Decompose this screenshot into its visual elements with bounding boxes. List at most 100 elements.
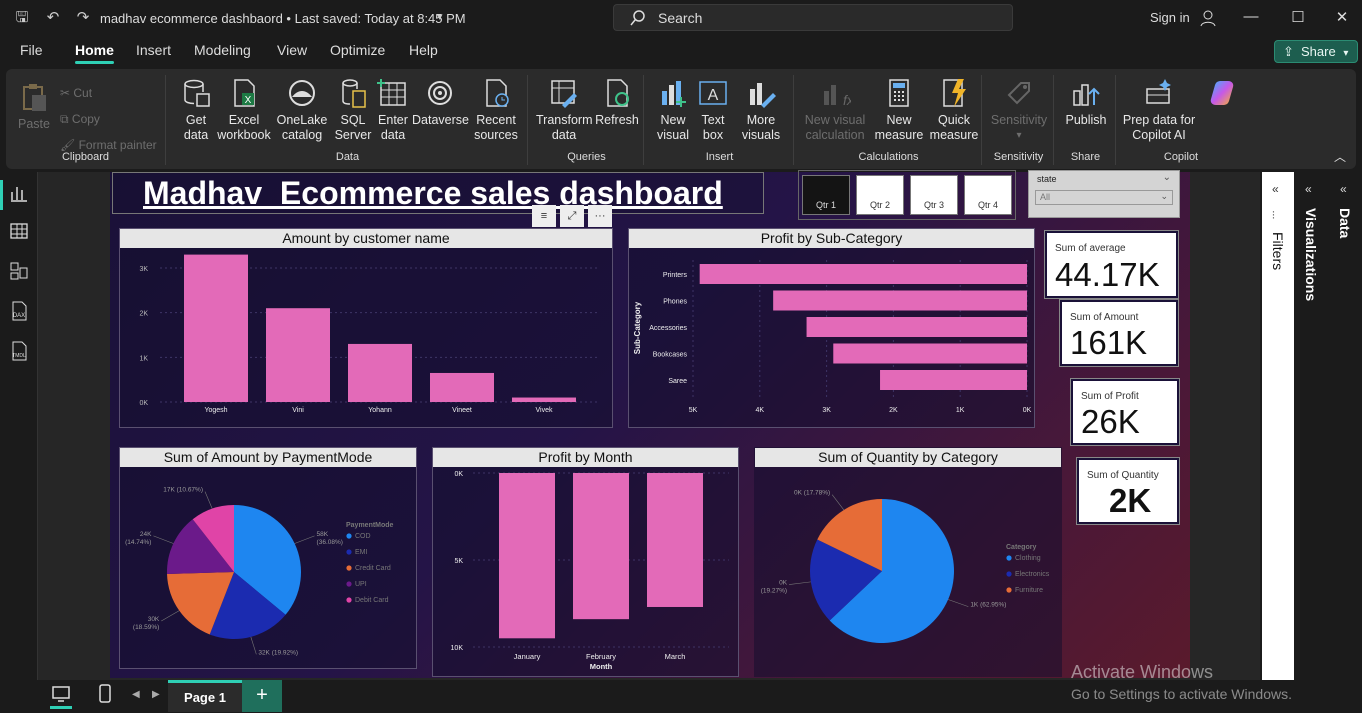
chart-profit-by-subcategory[interactable]: Profit by Sub-Category 5K 4K 3K 2K 1K 0K Print… bbox=[628, 228, 1035, 428]
bar bbox=[773, 290, 1027, 311]
sql-server-icon bbox=[342, 79, 366, 108]
menu-help[interactable]: Help bbox=[409, 42, 438, 58]
legend-title: PaymentMode bbox=[346, 522, 394, 529]
filter-icon[interactable]: ≡ bbox=[532, 205, 556, 227]
leader-line bbox=[250, 636, 257, 655]
onelake-catalog-button[interactable]: OneLake catalog bbox=[274, 77, 330, 143]
y-tick-label: 0K bbox=[139, 400, 148, 407]
refresh-button[interactable]: Refresh bbox=[594, 77, 640, 128]
maximize-icon[interactable]: ☐ bbox=[1283, 8, 1313, 26]
share-group: Publish Share bbox=[1056, 75, 1116, 165]
quarter-button-1[interactable]: Qtr 1 bbox=[802, 175, 850, 215]
search-box[interactable]: Search bbox=[613, 4, 1013, 31]
transform-data-button[interactable]: Transform data bbox=[536, 77, 593, 143]
x-tick-label: Vineet bbox=[452, 407, 472, 414]
page-tab[interactable]: Page 1 bbox=[168, 680, 242, 712]
y-tick-label: 2K bbox=[139, 311, 148, 318]
mobile-layout-icon[interactable] bbox=[98, 684, 112, 704]
expand-visualizations-icon[interactable]: « bbox=[1305, 182, 1312, 196]
search-icon bbox=[630, 10, 645, 26]
kpi-card-average[interactable]: Sum of average 44.17K bbox=[1044, 230, 1179, 299]
format-painter-button[interactable]: 🖌 Format painter bbox=[60, 138, 157, 152]
quarter-button-2[interactable]: Qtr 2 bbox=[856, 175, 904, 215]
report-title-box[interactable]: Madhav Ecommerce sales dashboard bbox=[112, 172, 764, 214]
publish-button[interactable]: Publish bbox=[1060, 77, 1112, 128]
more-visuals-button[interactable]: More visuals bbox=[734, 77, 788, 143]
kpi-card-quantity[interactable]: Sum of Quantity 2K bbox=[1076, 457, 1180, 525]
kpi-value: 26K bbox=[1081, 403, 1140, 440]
minimize-icon[interactable]: — bbox=[1236, 8, 1266, 25]
menu-home[interactable]: Home bbox=[75, 42, 114, 64]
dataverse-button[interactable]: Dataverse bbox=[412, 77, 469, 128]
menu-insert[interactable]: Insert bbox=[136, 42, 171, 58]
collapse-ribbon-icon[interactable]: ︿ bbox=[1334, 148, 1346, 165]
previous-page-icon[interactable]: ◀ bbox=[132, 689, 140, 700]
undo-icon[interactable]: ↶ bbox=[43, 8, 63, 28]
document-title[interactable]: madhav ecommerce dashbaord • Last saved:… bbox=[100, 11, 466, 26]
quick-measure-button[interactable]: Quick measure bbox=[928, 77, 980, 143]
report-view-icon[interactable] bbox=[8, 182, 30, 204]
cut-button[interactable]: ✂ Cut bbox=[60, 86, 92, 100]
visualizations-pane[interactable]: « Visualizations bbox=[1298, 172, 1328, 680]
sensitivity-button[interactable]: Sensitivity ▾ bbox=[988, 77, 1050, 143]
next-page-icon[interactable]: ▶ bbox=[152, 689, 160, 700]
menu-view[interactable]: View bbox=[277, 42, 307, 58]
table-view-icon[interactable] bbox=[8, 220, 30, 242]
chart-quantity-by-category[interactable]: Sum of Quantity by Category 1K (62.95%) 0… bbox=[754, 447, 1062, 677]
data-pane[interactable]: « Data bbox=[1332, 172, 1362, 680]
menu-optimize[interactable]: Optimize bbox=[330, 42, 385, 58]
recent-sources-button[interactable]: Recent sources bbox=[468, 77, 524, 143]
expand-data-icon[interactable]: « bbox=[1340, 182, 1347, 196]
chevron-down-icon[interactable]: ▾ bbox=[437, 10, 443, 23]
close-icon[interactable]: ✕ bbox=[1327, 8, 1357, 26]
enter-data-button[interactable]: Enter data bbox=[374, 77, 412, 143]
data-label: (14.74%) bbox=[125, 539, 151, 546]
text-box-button[interactable]: A Text box bbox=[696, 77, 730, 143]
copy-button[interactable]: ⧉ Copy bbox=[60, 112, 100, 127]
legend-marker bbox=[1006, 571, 1012, 577]
kpi-card-profit[interactable]: Sum of Profit 26K bbox=[1070, 378, 1180, 446]
desktop-layout-icon[interactable] bbox=[52, 685, 70, 703]
new-visual-button[interactable]: New visual bbox=[652, 77, 694, 143]
excel-workbook-button[interactable]: X Excel workbook bbox=[216, 77, 272, 143]
expand-filters-icon[interactable]: « bbox=[1272, 182, 1279, 196]
focus-mode-icon[interactable]: ⤢ bbox=[560, 205, 584, 227]
x-tick-label: Vivek bbox=[536, 407, 553, 414]
menu-modeling[interactable]: Modeling bbox=[194, 42, 251, 58]
filters-pane[interactable]: « ⫶ Filters bbox=[1262, 172, 1294, 680]
chevron-down-icon[interactable]: ⌄ bbox=[1163, 172, 1171, 183]
save-icon[interactable]: 🖫 bbox=[12, 8, 32, 28]
visualizations-label: Visualizations bbox=[1303, 208, 1319, 302]
state-dropdown[interactable]: All ⌄ bbox=[1035, 190, 1173, 205]
paste-button[interactable]: Paste bbox=[14, 81, 54, 132]
prep-data-copilot-button[interactable]: Prep data for Copilot AI bbox=[1122, 77, 1196, 143]
copilot-button[interactable] bbox=[1202, 77, 1242, 113]
chart-profit-by-month[interactable]: Profit by Month 0K 5K 10K January February Ma… bbox=[432, 447, 739, 677]
sensitivity-group-label: Sensitivity bbox=[993, 151, 1044, 163]
tmdl-view-icon[interactable]: TMDL bbox=[8, 340, 30, 362]
quarter-button-4[interactable]: Qtr 4 bbox=[964, 175, 1012, 215]
x-tick-label: Yohann bbox=[368, 407, 392, 414]
dax-query-view-icon[interactable]: DAX bbox=[8, 300, 30, 322]
model-view-icon[interactable] bbox=[8, 260, 30, 282]
quarter-button-3[interactable]: Qtr 3 bbox=[910, 175, 958, 215]
chart-amount-by-paymentmode[interactable]: Sum of Amount by PaymentMode 58K (36.08%)… bbox=[119, 447, 417, 669]
sign-in-link[interactable]: Sign in bbox=[1150, 10, 1190, 25]
legend-marker bbox=[346, 597, 352, 603]
leader-line bbox=[161, 610, 180, 622]
share-button[interactable]: ⇪ Share ▾ bbox=[1274, 40, 1358, 63]
new-measure-button[interactable]: New measure bbox=[872, 77, 926, 143]
new-visual-calculation-button[interactable]: fx New visual calculation bbox=[802, 77, 868, 143]
add-page-button[interactable]: + bbox=[242, 680, 282, 712]
more-options-icon[interactable]: ··· bbox=[588, 205, 612, 227]
menu-file[interactable]: File bbox=[20, 42, 43, 58]
chart-amount-by-customer[interactable]: Amount by customer name 0K 1K 2K 3K Yogesh Vi… bbox=[119, 228, 613, 428]
user-avatar-icon[interactable] bbox=[1198, 8, 1218, 28]
visual-header: ≡ ⤢ ··· bbox=[532, 205, 614, 227]
redo-icon[interactable]: ↷ bbox=[73, 8, 93, 28]
kpi-value: 2K bbox=[1109, 482, 1152, 519]
kpi-card-amount[interactable]: Sum of Amount 161K bbox=[1059, 299, 1179, 367]
sql-server-button[interactable]: SQL Server bbox=[332, 77, 374, 143]
get-data-button[interactable]: Get data bbox=[176, 77, 216, 143]
x-tick-label: 4K bbox=[756, 407, 765, 414]
